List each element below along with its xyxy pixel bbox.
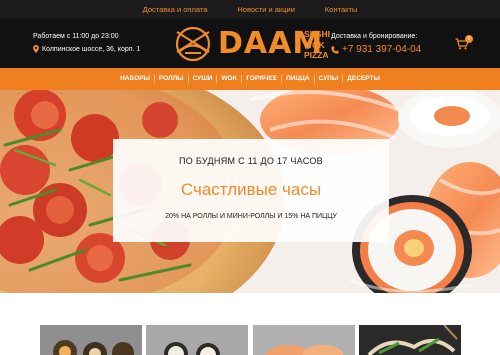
delivery-title: Доставка и бронирование: (331, 33, 418, 40)
logo-sub-pizza: PIZZA (304, 50, 329, 60)
nav-item-rolls[interactable]: РОЛЛЫ (153, 75, 188, 83)
nav-item-desserts[interactable]: ДЕСЕРТЫ (342, 75, 384, 83)
map-pin-icon (33, 45, 39, 53)
hero-banner[interactable]: ПО БУДНЯМ С 11 ДО 17 ЧАСОВ Счастливые ча… (0, 90, 500, 293)
category-thumb-wok[interactable] (359, 325, 461, 355)
logo-sub-wok: WOK (304, 39, 325, 50)
phone-number[interactable]: +7 931 397-04-04 (331, 44, 421, 55)
cart-count-badge: 0 (465, 35, 473, 43)
phone-text: +7 931 397-04-04 (342, 44, 422, 55)
promo-text: 20% НА РОЛЛЫ И МИНИ-РОЛЛЫ И 15% НА ПИЦЦУ (165, 213, 337, 220)
category-thumb-rolls[interactable] (146, 325, 248, 355)
nav-item-wok[interactable]: WOK (216, 75, 241, 83)
link-delivery[interactable]: Доставка и оплата (143, 5, 208, 14)
working-hours: Работаем с 11:00 до 23:00 (33, 33, 119, 40)
address-text: Колпинское шоссе, 36, корп. 1 (42, 45, 141, 53)
category-thumb-image (359, 325, 461, 355)
main-nav: НАБОРЫ РОЛЛЫ СУШИ WOK ГОРЯЧЕЕ ПИЦЦА СУПЫ… (0, 68, 500, 90)
nav-item-sets[interactable]: НАБОРЫ (116, 75, 154, 83)
nav-item-hot[interactable]: ГОРЯЧЕЕ (241, 75, 281, 83)
logo-subtitle: SUSHI WOK PIZZA (304, 29, 330, 61)
link-contacts[interactable]: Контакты (325, 5, 357, 14)
top-links-bar: Доставка и оплата Новости и акции Контак… (0, 0, 500, 18)
promo-kicker: ПО БУДНЯМ С 11 ДО 17 ЧАСОВ (179, 156, 323, 166)
category-thumb-sets[interactable] (40, 325, 142, 355)
category-thumb-sushi[interactable] (253, 325, 355, 355)
site-logo[interactable]: DAAM SUSHI WOK PIZZA (173, 26, 333, 62)
category-thumbnails (0, 325, 500, 355)
nav-item-sushi[interactable]: СУШИ (187, 75, 217, 83)
logo-chopsticks-icon (175, 26, 211, 62)
logo-sub-sushi: SUSHI (304, 29, 330, 39)
nav-item-pizza[interactable]: ПИЦЦА (281, 75, 314, 83)
promo-card: ПО БУДНЯМ С 11 ДО 17 ЧАСОВ Счастливые ча… (113, 139, 389, 242)
promo-title: Счастливые часы (180, 180, 322, 199)
phone-icon (331, 45, 339, 54)
category-thumb-image (40, 325, 142, 355)
nav-item-soups[interactable]: СУПЫ (313, 75, 343, 83)
site-header: Работаем с 11:00 до 23:00 Колпинское шос… (0, 18, 500, 68)
link-news[interactable]: Новости и акции (237, 5, 295, 14)
address: Колпинское шоссе, 36, корп. 1 (33, 45, 140, 53)
category-thumb-image (146, 325, 248, 355)
category-thumb-image (253, 325, 355, 355)
